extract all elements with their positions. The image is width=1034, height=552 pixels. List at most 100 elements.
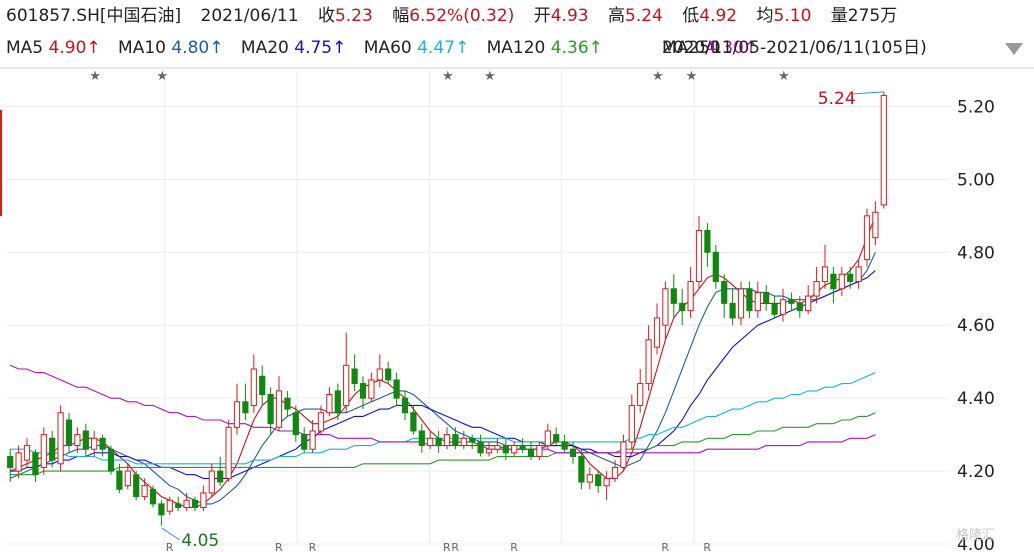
candle-body — [737, 288, 745, 319]
candle-body — [99, 437, 106, 450]
candle-body — [65, 419, 73, 447]
candle-body — [788, 299, 795, 304]
candle-body — [233, 401, 241, 428]
event-r-marker: R — [661, 541, 669, 552]
candle-body — [847, 273, 854, 282]
event-star-icon: ★ — [484, 69, 496, 84]
candle-body — [418, 430, 425, 447]
ma-line-ma20 — [10, 270, 876, 479]
event-r-marker: R — [451, 541, 459, 552]
candle-body — [679, 302, 686, 312]
event-r-marker: R — [703, 541, 711, 552]
candle-body — [32, 452, 39, 476]
candle-body — [217, 470, 224, 483]
candle-body — [107, 448, 115, 472]
candle-body — [502, 445, 509, 454]
candle-body — [359, 383, 367, 399]
candle-body — [401, 397, 409, 414]
candle-body — [250, 368, 257, 406]
candle-body — [485, 448, 493, 454]
candle-body — [191, 499, 199, 509]
candle-body — [7, 455, 14, 468]
candle-body — [301, 434, 308, 450]
y-tick-label: 5.20 — [957, 97, 995, 117]
y-tick-label: 4.60 — [957, 316, 995, 336]
candle-body — [267, 394, 274, 425]
candle-body — [326, 394, 333, 414]
candle-body — [695, 229, 703, 282]
candle-body — [15, 452, 22, 472]
candle-body — [779, 299, 787, 315]
candle-body — [721, 280, 728, 304]
candle-body — [23, 445, 31, 461]
candle-body — [343, 364, 350, 406]
event-star-icon: ★ — [778, 69, 790, 84]
candle-body — [821, 266, 829, 282]
candle-body — [82, 430, 89, 450]
candle-body — [225, 426, 232, 479]
candle-body — [653, 317, 661, 348]
candle-body — [855, 266, 862, 282]
candle-body — [259, 375, 266, 396]
candle-body — [662, 288, 669, 326]
low-annotation: 4.05 — [181, 531, 219, 551]
y-tick-label: 4.80 — [957, 243, 995, 263]
candle-body — [553, 434, 560, 443]
candle-body — [712, 251, 719, 282]
candle-body — [427, 437, 434, 447]
candlestick-chart[interactable]: 4.004.204.404.604.805.005.20★ ★ ★ ★ ★ ★ ★R R R R R… — [0, 0, 1034, 552]
candle-body — [519, 445, 526, 450]
candle-body — [838, 273, 845, 290]
candle-body — [477, 441, 484, 454]
candle-body — [637, 383, 644, 406]
event-r-marker: R — [443, 541, 451, 552]
candle-body — [74, 434, 81, 447]
candle-body — [704, 229, 711, 253]
candle-body — [376, 368, 383, 381]
ma-line-ma120 — [10, 412, 876, 476]
candle-body — [435, 437, 442, 447]
candle-body — [536, 445, 543, 457]
candle-body — [830, 273, 837, 290]
candle-body — [175, 503, 182, 509]
event-r-marker: R — [510, 541, 518, 552]
candle-body — [309, 430, 316, 450]
candle-body — [569, 448, 577, 457]
candle-body — [410, 412, 417, 432]
candle-body — [578, 455, 585, 483]
candle-body — [813, 280, 820, 297]
event-star-icon: ★ — [442, 69, 454, 84]
event-r-marker: R — [275, 541, 283, 552]
candle-body — [527, 448, 535, 457]
candle-body — [687, 280, 694, 312]
candle-body — [544, 430, 551, 447]
candle-body — [183, 499, 190, 509]
candle-body — [511, 445, 518, 454]
candle-body — [208, 470, 215, 494]
candle-body — [754, 291, 761, 312]
candle-body — [443, 434, 451, 447]
candle-body — [385, 368, 392, 381]
candle-body — [158, 503, 165, 516]
candle-body — [771, 302, 778, 315]
candle-body — [645, 339, 652, 385]
candle-body — [729, 302, 736, 319]
candle-body — [116, 470, 123, 490]
candle-body — [763, 291, 770, 304]
candle-body — [460, 437, 467, 447]
candle-body — [796, 302, 803, 312]
candle-body — [166, 499, 173, 512]
candle-body — [628, 404, 635, 443]
candle-body — [452, 434, 459, 447]
y-tick-label: 4.20 — [957, 462, 995, 482]
high-annotation: 5.24 — [818, 89, 856, 109]
candle-body — [863, 215, 871, 261]
candle-body — [872, 211, 879, 239]
candle-body — [494, 445, 501, 450]
high-pointer-line — [853, 91, 884, 95]
candle-body — [317, 412, 325, 432]
candle-body — [393, 379, 400, 399]
candle-body — [57, 412, 64, 465]
y-tick-label: 4.40 — [957, 389, 995, 409]
candle-body — [805, 295, 812, 312]
